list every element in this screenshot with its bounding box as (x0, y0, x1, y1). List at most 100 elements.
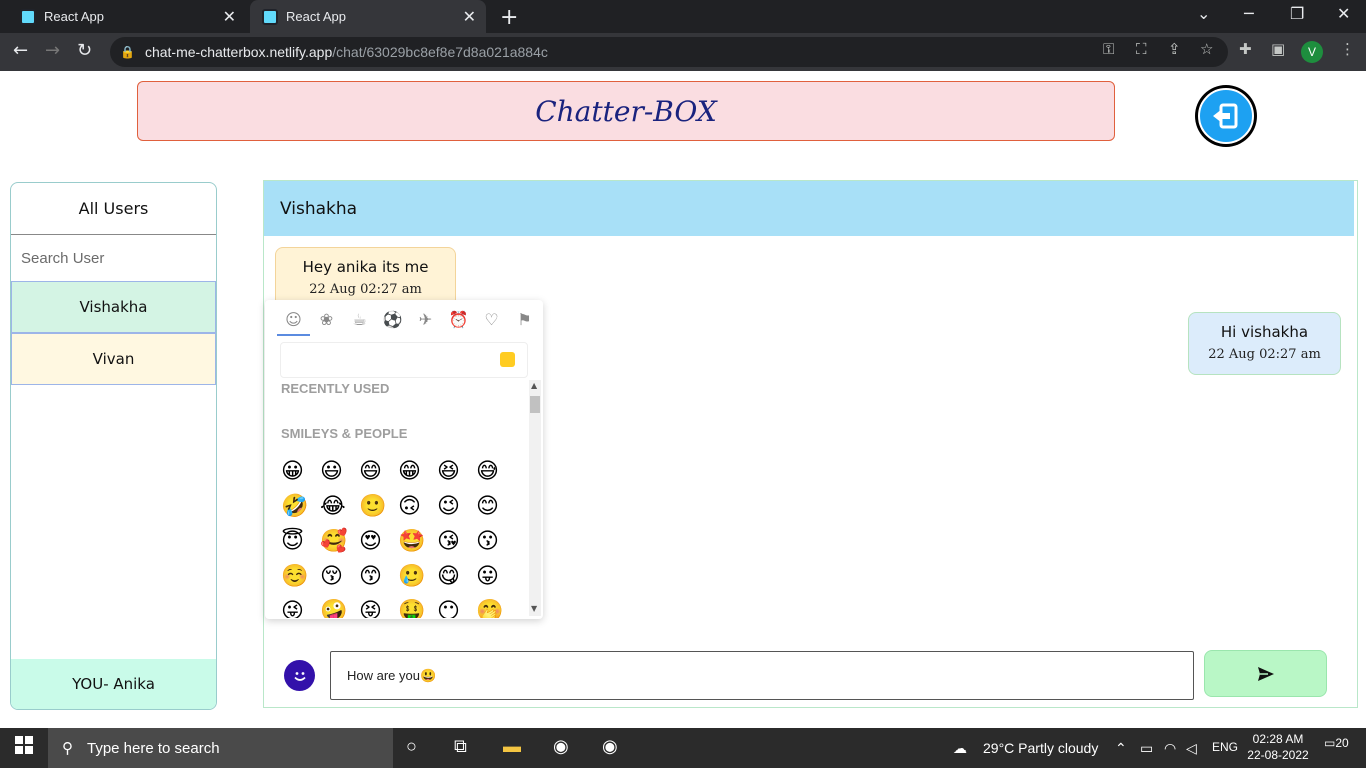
flags-category-icon[interactable]: ⚑ (508, 310, 541, 336)
emoji-option[interactable]: 😄 (359, 458, 398, 493)
language-indicator[interactable]: ENG (1212, 740, 1238, 754)
battery-icon[interactable]: ▭ (1140, 740, 1153, 757)
user-list-item-vishakha[interactable]: Vishakha (11, 281, 216, 333)
extensions-icon[interactable]: ✚ (1239, 40, 1252, 58)
share-icon[interactable]: ⇪ (1168, 40, 1181, 58)
emoji-option[interactable]: 😛 (476, 563, 515, 598)
window-close-icon[interactable]: ✕ (1337, 4, 1350, 23)
travel-category-icon[interactable]: ✈ (409, 310, 442, 336)
emoji-toggle-button[interactable] (284, 660, 315, 691)
emoji-option[interactable]: 🥰 (320, 528, 359, 563)
file-explorer-icon[interactable]: ▬ (503, 736, 521, 757)
emoji-option[interactable]: 😶 (437, 598, 476, 618)
task-view-icon[interactable]: ⧉ (454, 736, 467, 757)
address-bar[interactable]: 🔒 chat-me-chatterbox.netlify.app/chat/63… (110, 37, 1228, 67)
emoji-option[interactable]: 😊 (476, 493, 515, 528)
logout-button[interactable] (1195, 85, 1257, 147)
emoji-option[interactable]: 😝 (359, 598, 398, 618)
activity-category-icon[interactable]: ⚽ (376, 310, 409, 336)
translate-icon[interactable]: ⛶ (1136, 40, 1147, 58)
emoji-option[interactable]: 😙 (359, 563, 398, 598)
scroll-up-icon[interactable]: ▲ (531, 381, 537, 390)
emoji-option[interactable]: 🤩 (398, 528, 437, 563)
emoji-grid: 😀 😃 😄 😁 😆 😅 🤣 😂 🙂 🙃 😉 😊 😇 🥰 😍 🤩 😘 😗 ☺️ 😚 😙 🥲 😋 😛 😜 🤪 😝 🤑 😶 🤭 (281, 458, 515, 618)
browser-tab[interactable]: React App ✕ (8, 0, 246, 33)
send-button[interactable] (1204, 650, 1327, 697)
emoji-option[interactable]: 😁 (398, 458, 437, 493)
emoji-option[interactable]: 😋 (437, 563, 476, 598)
browser-tab-active[interactable]: React App ✕ (250, 0, 486, 33)
restore-icon[interactable]: ❐ (1290, 4, 1304, 23)
emoji-option[interactable]: 🙃 (398, 493, 437, 528)
close-icon[interactable]: ✕ (223, 7, 236, 27)
react-favicon-icon (20, 8, 36, 25)
reload-icon[interactable]: ↻ (77, 40, 92, 61)
chevron-up-icon[interactable]: ⌃ (1115, 740, 1127, 757)
emoji-option[interactable]: 😅 (476, 458, 515, 493)
chrome-icon[interactable]: ◉ (553, 736, 569, 757)
user-search-input[interactable] (21, 249, 201, 267)
profile-avatar[interactable]: V (1301, 41, 1323, 63)
emoji-option[interactable]: 🤑 (398, 598, 437, 618)
volume-muted-icon[interactable]: ◁ (1186, 740, 1197, 757)
chrome-profile-icon[interactable]: ◉ (602, 736, 618, 757)
emoji-search-input[interactable] (280, 342, 528, 378)
emoji-option[interactable]: 😀 (281, 458, 320, 493)
emoji-option[interactable]: 🥲 (398, 563, 437, 598)
key-icon[interactable]: ⚿ (1103, 40, 1114, 58)
emoji-option[interactable]: 😍 (359, 528, 398, 563)
side-panel-icon[interactable]: ▣ (1271, 40, 1285, 58)
scroll-down-icon[interactable]: ▼ (531, 604, 537, 613)
message-input[interactable]: How are you😃 (330, 651, 1194, 700)
emoji-option[interactable]: 😜 (281, 598, 320, 618)
skin-tone-icon[interactable] (500, 352, 515, 367)
emoji-option[interactable]: 🤭 (476, 598, 515, 618)
clock-time: 02:28 AM (1252, 732, 1304, 746)
weather-text[interactable]: 29°C Partly cloudy (983, 740, 1098, 756)
people-category-icon[interactable]: ☺ (277, 310, 310, 336)
objects-category-icon[interactable]: ⏰ (442, 310, 475, 336)
taskbar-clock[interactable]: 02:28 AM 22-08-2022 (1240, 731, 1316, 763)
weather-icon[interactable]: ☁ (953, 740, 967, 757)
close-icon[interactable]: ✕ (463, 7, 476, 27)
emoji-option[interactable]: 😃 (320, 458, 359, 493)
scroll-thumb[interactable] (530, 396, 540, 413)
emoji-option[interactable]: 😉 (437, 493, 476, 528)
emoji-scrollbar[interactable]: ▲ ▼ (529, 380, 541, 616)
emoji-option[interactable]: 😚 (320, 563, 359, 598)
back-icon[interactable]: ← (13, 40, 28, 61)
user-list-item-vivan[interactable]: Vivan (11, 333, 216, 385)
emoji-option[interactable]: 😇 (281, 528, 320, 563)
emoji-option[interactable]: 😂 (320, 493, 359, 528)
emoji-option[interactable]: 🤣 (281, 493, 320, 528)
windows-start-icon[interactable] (15, 736, 33, 759)
emoji-picker: ☺ ❀ ☕ ⚽ ✈ ⏰ ♡ ⚑ RECENTLY USED SMILEYS & … (265, 300, 543, 619)
wifi-icon[interactable]: ◠ (1164, 740, 1176, 757)
tab-title: React App (44, 9, 104, 24)
emoji-option[interactable]: 😘 (437, 528, 476, 563)
message-text: Hey anika its me (302, 258, 429, 276)
nature-category-icon[interactable]: ❀ (310, 310, 343, 336)
url-host: chat-me-chatterbox.netlify.app (144, 44, 333, 60)
emoji-option[interactable]: 🤪 (320, 598, 359, 618)
cortana-icon[interactable]: ○ (406, 736, 417, 757)
forward-icon[interactable]: → (45, 40, 60, 61)
notification-count: 20 (1335, 736, 1349, 750)
emoji-option[interactable]: ☺️ (281, 563, 320, 598)
menu-kebab-icon[interactable]: ⋮ (1340, 40, 1355, 58)
taskbar-search-box[interactable]: ⚲ Type here to search (48, 728, 393, 768)
notification-center-icon[interactable]: ▭20 (1324, 736, 1350, 760)
taskbar-search-text: Type here to search (87, 739, 220, 757)
emoji-option[interactable]: 😆 (437, 458, 476, 493)
bookmark-star-icon[interactable]: ☆ (1200, 40, 1213, 58)
emoji-category-tabs: ☺ ❀ ☕ ⚽ ✈ ⏰ ♡ ⚑ (277, 310, 541, 336)
lock-icon[interactable]: 🔒 (120, 45, 135, 59)
chat-contact-name: Vishakha (264, 181, 1354, 236)
new-tab-icon[interactable]: + (500, 5, 518, 30)
tab-search-icon[interactable]: ⌄ (1197, 4, 1210, 23)
food-category-icon[interactable]: ☕ (343, 310, 376, 336)
emoji-option[interactable]: 🙂 (359, 493, 398, 528)
symbols-category-icon[interactable]: ♡ (475, 310, 508, 336)
minimize-icon[interactable]: ─ (1244, 4, 1254, 23)
emoji-option[interactable]: 😗 (476, 528, 515, 563)
